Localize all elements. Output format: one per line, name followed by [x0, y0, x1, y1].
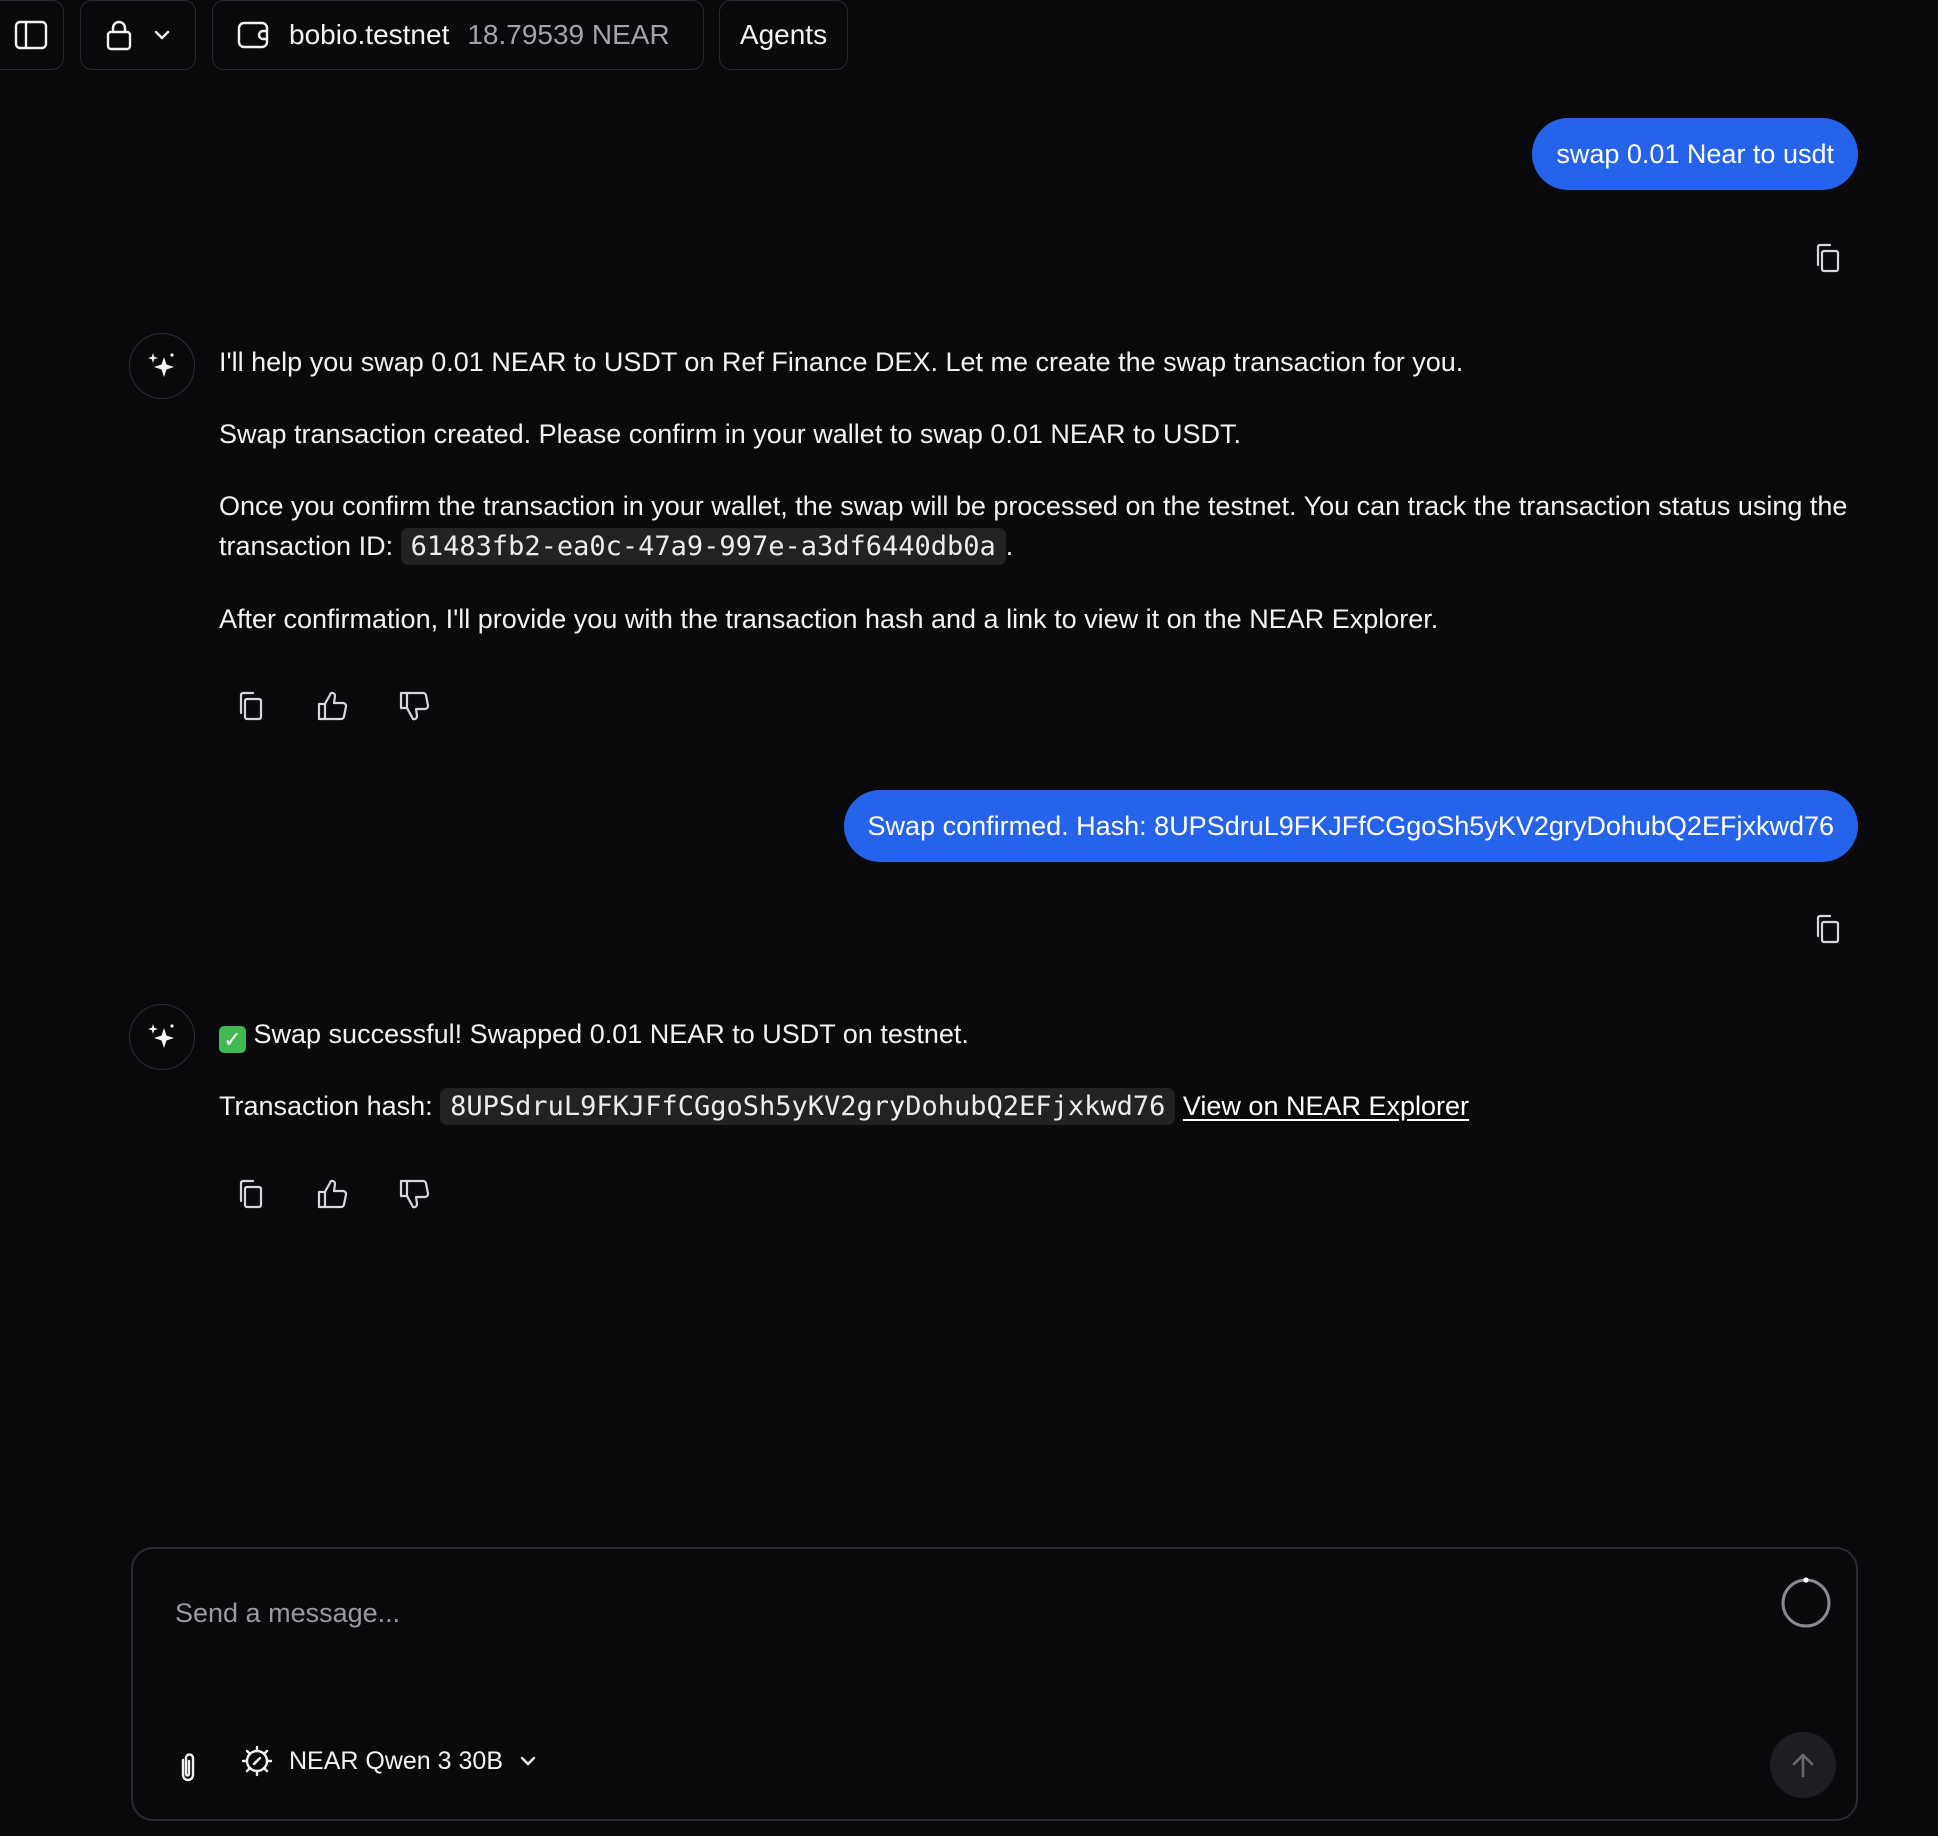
message-actions	[232, 1176, 432, 1212]
assistant-message: ✓ Swap successful! Swapped 0.01 NEAR to …	[219, 1014, 1859, 1159]
chevron-down-icon	[520, 1756, 536, 1766]
copy-icon	[1816, 243, 1840, 273]
message-paragraph: After confirmation, I'll provide you wit…	[219, 604, 1439, 634]
chevron-down-icon	[154, 30, 170, 40]
message-paragraph: Once you confirm the transaction in your…	[219, 486, 1859, 567]
copy-icon	[1816, 914, 1840, 944]
attach-file-button[interactable]	[173, 1751, 203, 1785]
message-paragraph: ✓ Swap successful! Swapped 0.01 NEAR to …	[219, 1014, 1859, 1054]
thumbs-down-button[interactable]	[396, 1176, 432, 1212]
thumbs-down-icon	[399, 691, 430, 721]
sidebar-toggle-button[interactable]	[0, 0, 64, 70]
thumbs-up-button[interactable]	[314, 1176, 350, 1212]
assistant-avatar	[129, 1004, 195, 1070]
wallet-balance: 18.79539 NEAR	[467, 19, 670, 50]
check-icon: ✓	[219, 1026, 246, 1053]
assistant-avatar	[129, 333, 195, 399]
spinner-icon	[1781, 1577, 1831, 1628]
message-composer: NEAR Qwen 3 30B	[131, 1547, 1858, 1821]
message-paragraph: Transaction hash: 8UPSdruL9FKJFfCGgoSh5y…	[219, 1086, 1859, 1127]
agents-button[interactable]: Agents	[719, 0, 848, 70]
sparkle-icon	[148, 353, 174, 377]
transaction-id-code: 61483fb2-ea0c-47a9-997e-a3df6440db0a	[400, 528, 1006, 565]
message-actions	[232, 688, 432, 724]
message-text: .	[1005, 531, 1014, 561]
copy-message-button[interactable]	[1810, 241, 1844, 275]
thumbs-up-icon	[317, 1179, 348, 1209]
message-paragraph: I'll help you swap 0.01 NEAR to USDT on …	[219, 347, 1464, 377]
sparkle-icon	[148, 1024, 174, 1048]
message-input[interactable]	[173, 1597, 1677, 1630]
lock-icon	[106, 20, 132, 51]
thumbs-up-button[interactable]	[314, 688, 350, 724]
message-paragraph: Swap transaction created. Please confirm…	[219, 419, 1241, 449]
message-text: Swap successful! Swapped 0.01 NEAR to US…	[253, 1019, 969, 1049]
user-message: Swap confirmed. Hash: 8UPSdruL9FKJFfCGgo…	[843, 790, 1858, 862]
assistant-message: I'll help you swap 0.01 NEAR to USDT on …	[219, 342, 1859, 671]
thumbs-up-icon	[317, 691, 348, 721]
transaction-hash-code: 8UPSdruL9FKJFfCGgoSh5yKV2gryDohubQ2EFjxk…	[440, 1088, 1176, 1125]
copy-message-button[interactable]	[1810, 912, 1844, 946]
copy-icon	[239, 1179, 263, 1209]
copy-response-button[interactable]	[232, 1176, 268, 1212]
arrow-up-icon	[1792, 1753, 1814, 1778]
explorer-link[interactable]: View on NEAR Explorer	[1183, 1091, 1469, 1121]
user-message: swap 0.01 Near to usdt	[1532, 118, 1858, 190]
paperclip-icon	[181, 1753, 195, 1782]
thumbs-down-button[interactable]	[396, 688, 432, 724]
message-text: Transaction hash:	[219, 1091, 441, 1121]
model-name: NEAR Qwen 3 30B	[289, 1746, 503, 1775]
wallet-icon	[237, 21, 269, 49]
sidebar-toggle-icon	[14, 20, 48, 50]
model-chip-icon	[241, 1745, 273, 1777]
thumbs-down-icon	[399, 1179, 430, 1209]
wallet-name: bobio.testnet	[289, 19, 450, 50]
copy-response-button[interactable]	[232, 688, 268, 724]
model-selector[interactable]: NEAR Qwen 3 30B	[241, 1745, 537, 1777]
copy-icon	[239, 691, 263, 721]
send-button[interactable]	[1770, 1732, 1836, 1798]
wallet-button[interactable]: bobio.testnet 18.79539 NEAR	[212, 0, 704, 70]
privacy-dropdown-button[interactable]	[80, 0, 196, 70]
